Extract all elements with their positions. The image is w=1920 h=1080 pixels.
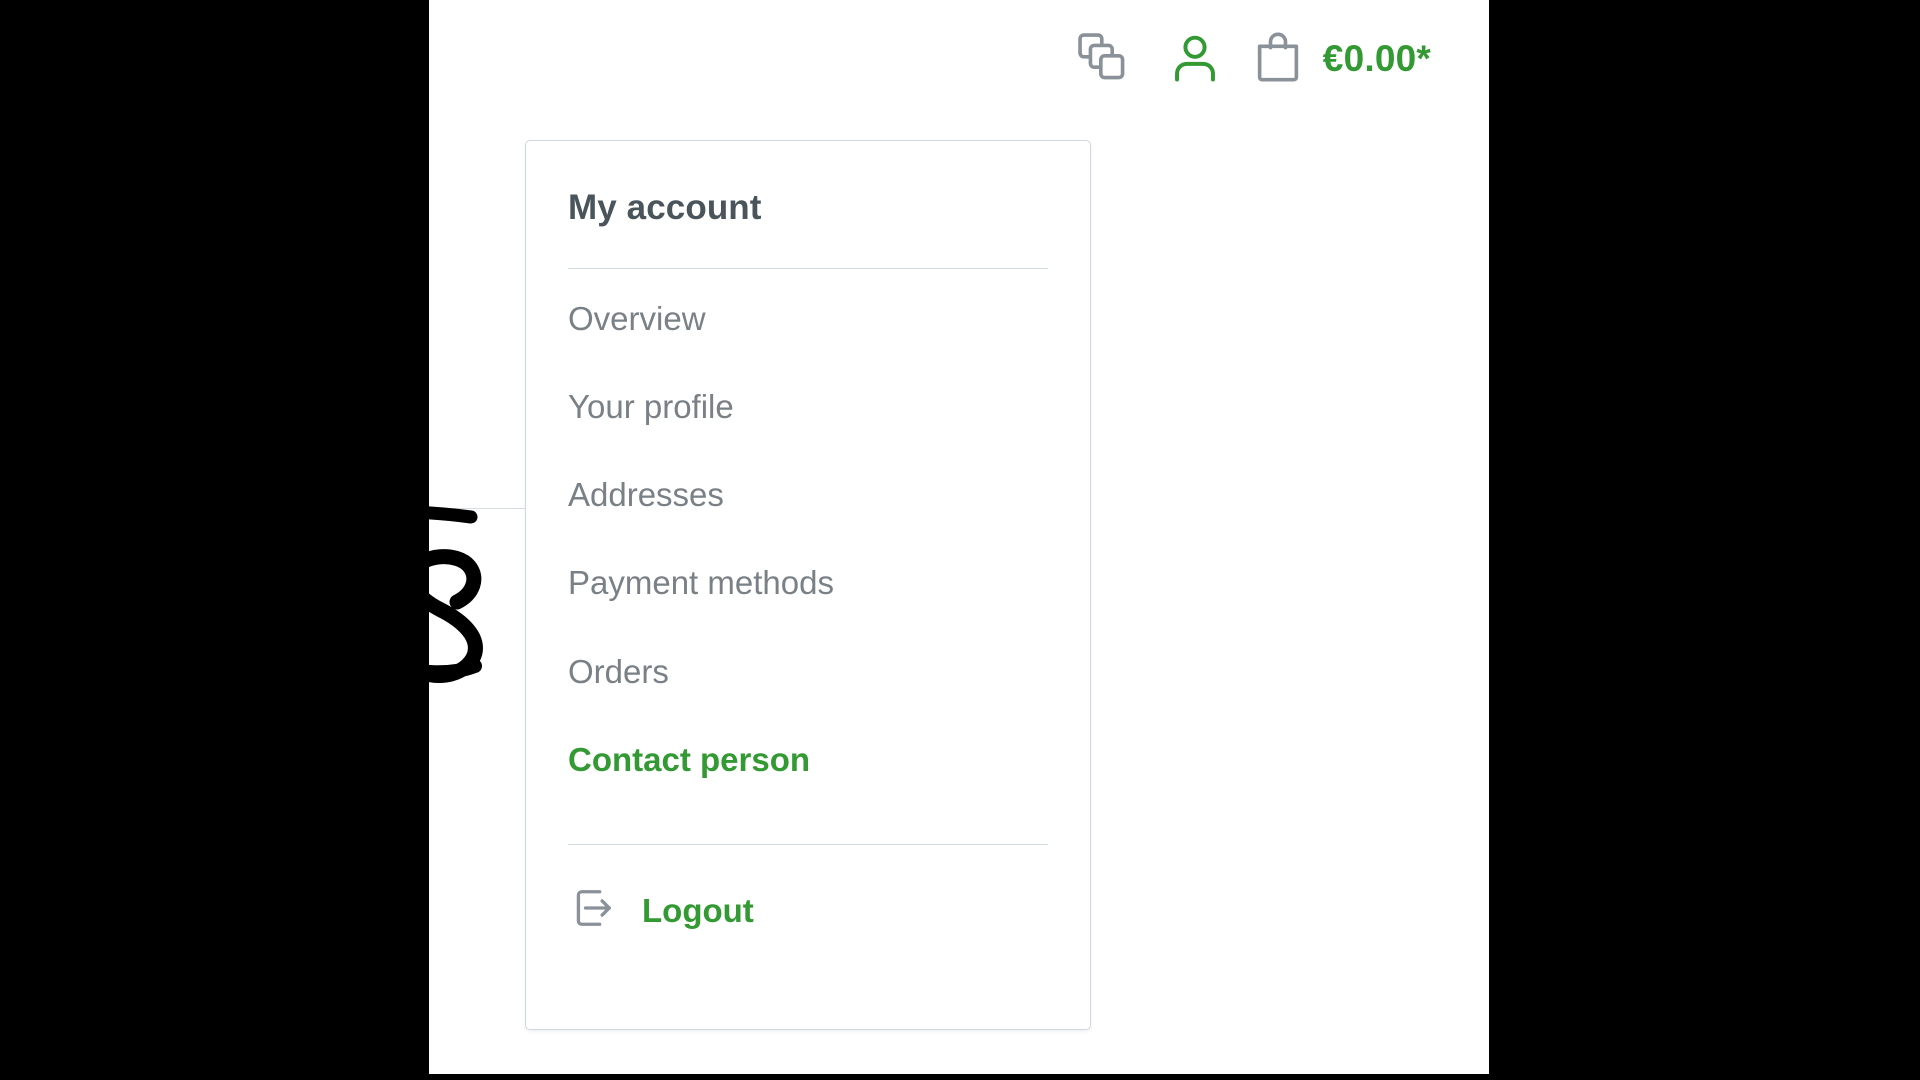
menu-item-overview[interactable]: Overview <box>568 269 1048 363</box>
browser-page-content: €0.00* My account Overview Your profile … <box>429 0 1489 1074</box>
menu-item-contact-person[interactable]: Contact person <box>568 716 1048 804</box>
account-button[interactable] <box>1149 13 1241 105</box>
logout-label: Logout <box>642 891 754 929</box>
user-account-icon <box>1167 30 1223 89</box>
account-dropdown-panel: My account Overview Your profile Address… <box>525 140 1091 1030</box>
menu-item-addresses[interactable]: Addresses <box>568 451 1048 539</box>
logout-button[interactable]: Logout <box>568 883 1048 938</box>
logout-icon <box>568 883 618 938</box>
compare-button[interactable] <box>1057 13 1149 105</box>
screenshot-viewport: €0.00* My account Overview Your profile … <box>0 0 1920 1080</box>
shopping-bag-icon <box>1249 28 1307 91</box>
menu-item-payment-methods[interactable]: Payment methods <box>568 539 1048 627</box>
compare-stack-icon <box>1074 29 1132 90</box>
menu-item-orders[interactable]: Orders <box>568 628 1048 716</box>
dropdown-title: My account <box>568 188 762 227</box>
cart-total-amount: €0.00* <box>1322 38 1431 79</box>
account-menu-list: Overview Your profile Addresses Payment … <box>568 269 1048 805</box>
cart-button[interactable]: €0.00* <box>1241 28 1431 91</box>
menu-item-your-profile[interactable]: Your profile <box>568 363 1048 451</box>
top-utility-bar: €0.00* <box>429 0 1489 118</box>
dropdown-logout-divider <box>568 844 1048 846</box>
